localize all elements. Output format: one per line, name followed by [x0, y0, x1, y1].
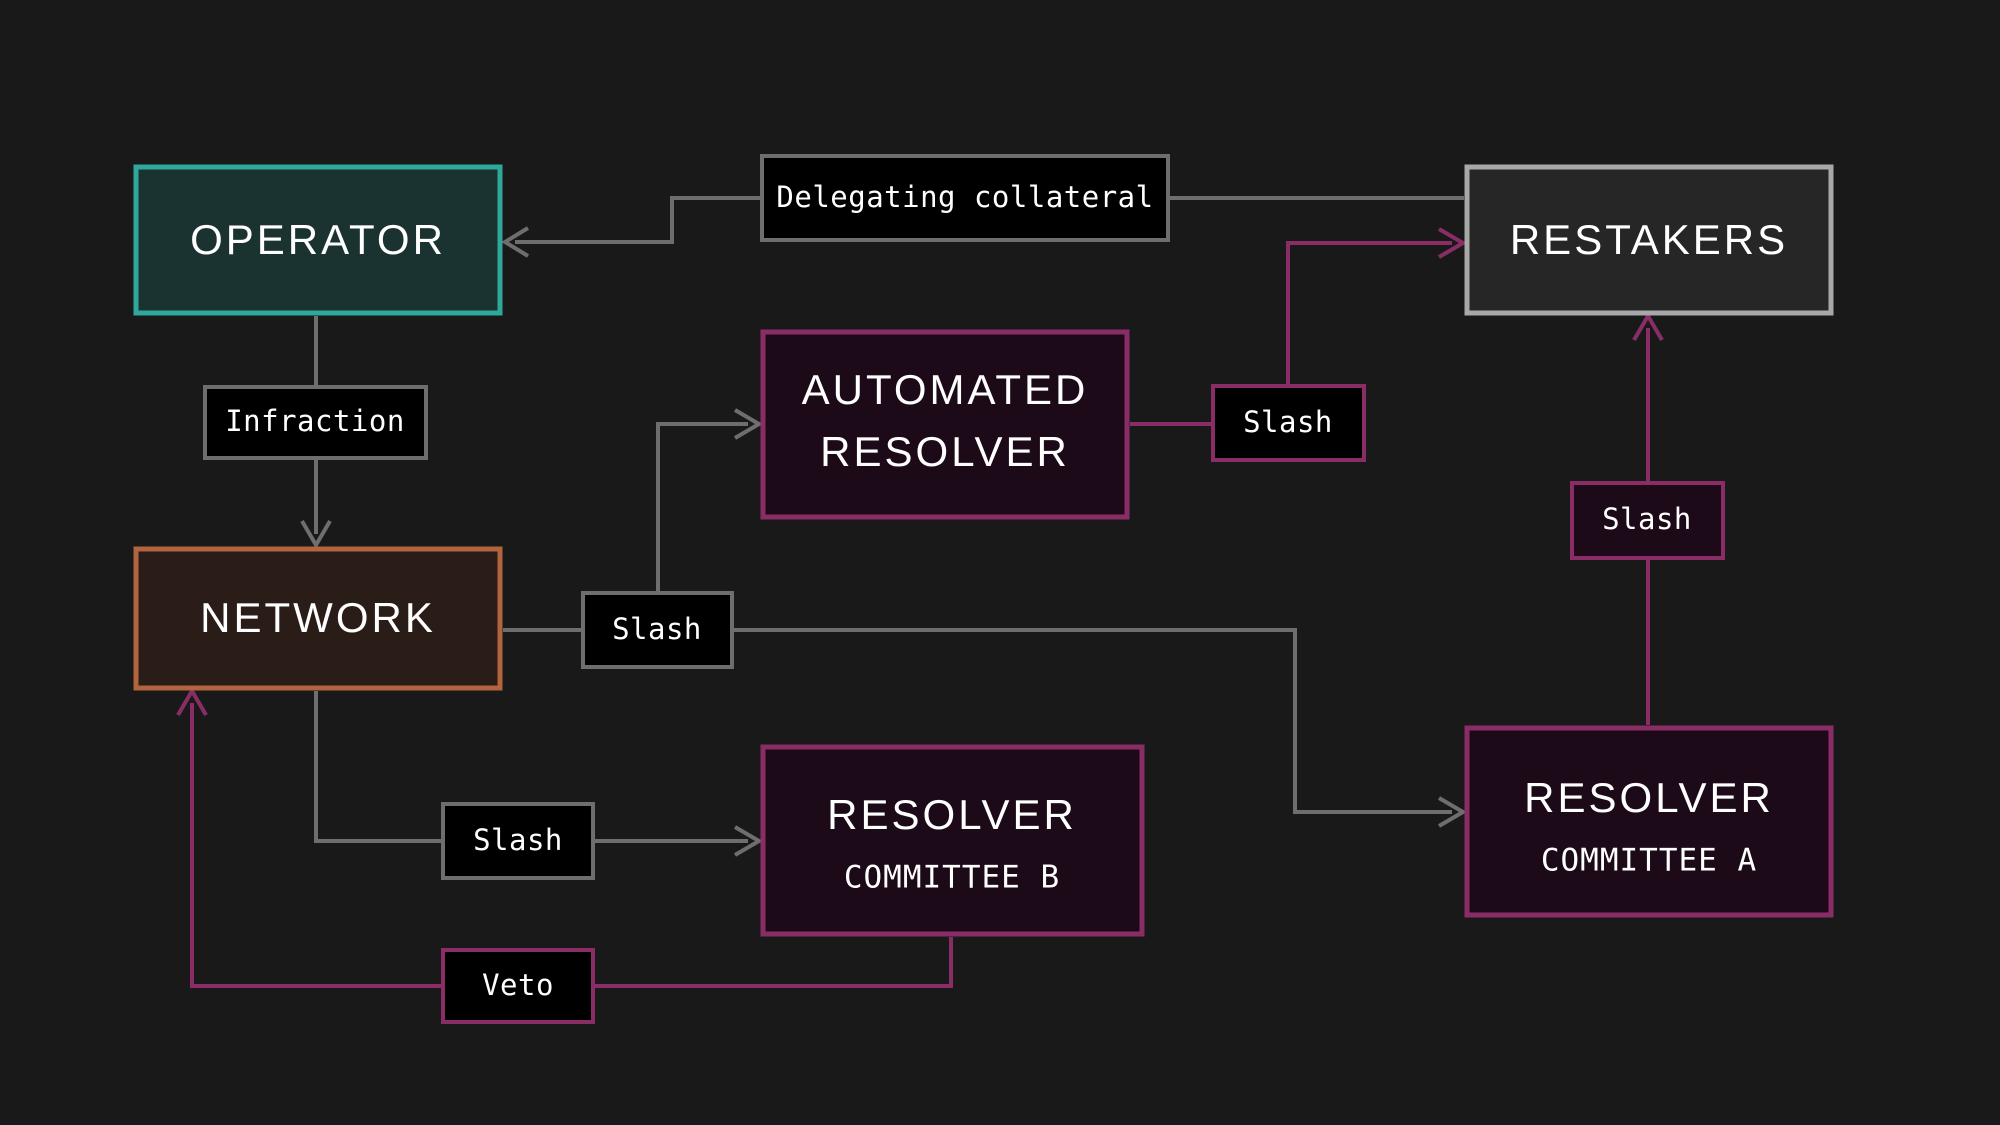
node-operator[interactable]: OPERATOR: [133, 164, 503, 316]
node-resolver-committee-b-title: RESOLVER: [827, 791, 1077, 838]
edge-label-delegating-collateral-text: Delegating collateral: [776, 180, 1153, 214]
node-resolver-committee-a[interactable]: RESOLVER COMMITTEE A: [1464, 725, 1834, 918]
edge-label-slash-network-committee-b[interactable]: Slash: [441, 802, 595, 880]
edge-label-slash-network-resolvers-text: Slash: [612, 612, 702, 646]
node-network-title: NETWORK: [200, 594, 436, 641]
node-automated-resolver[interactable]: AUTOMATED RESOLVER: [760, 329, 1130, 520]
edge-label-slash-automated-resolver-restakers-text: Slash: [1243, 405, 1333, 439]
edge-label-infraction[interactable]: Infraction: [203, 385, 428, 460]
node-restakers-title: RESTAKERS: [1510, 216, 1788, 263]
node-resolver-committee-b-subtitle: COMMITTEE B: [844, 860, 1060, 896]
edge-label-slash-network-committee-b-text: Slash: [473, 823, 563, 857]
edge-label-veto[interactable]: Veto: [441, 948, 595, 1024]
edge-label-infraction-text: Infraction: [225, 404, 405, 438]
edge-label-slash-committee-a-restakers-text: Slash: [1602, 502, 1692, 536]
node-network[interactable]: NETWORK: [133, 546, 503, 691]
node-restakers[interactable]: RESTAKERS: [1464, 164, 1834, 316]
node-resolver-committee-a-subtitle: COMMITTEE A: [1541, 843, 1757, 879]
edge-label-delegating-collateral[interactable]: Delegating collateral: [760, 154, 1170, 242]
node-operator-title: OPERATOR: [190, 216, 446, 263]
edge-label-veto-text: Veto: [482, 968, 554, 1002]
node-resolver-committee-b[interactable]: RESOLVER COMMITTEE B: [760, 744, 1145, 937]
edge-label-slash-committee-a-restakers[interactable]: Slash: [1570, 481, 1725, 560]
node-automated-resolver-subtitle: RESOLVER: [820, 428, 1070, 475]
edge-label-slash-network-resolvers[interactable]: Slash: [581, 591, 734, 669]
flow-diagram-svg: OPERATOR RESTAKERS AUTOMATED RESOLVER NE…: [133, 154, 1834, 1024]
node-automated-resolver-title: AUTOMATED: [802, 366, 1089, 413]
edge-label-slash-automated-resolver-restakers[interactable]: Slash: [1211, 384, 1366, 462]
node-resolver-committee-a-title: RESOLVER: [1524, 774, 1774, 821]
flow-diagram-canvas: OPERATOR RESTAKERS AUTOMATED RESOLVER NE…: [0, 0, 2000, 1125]
